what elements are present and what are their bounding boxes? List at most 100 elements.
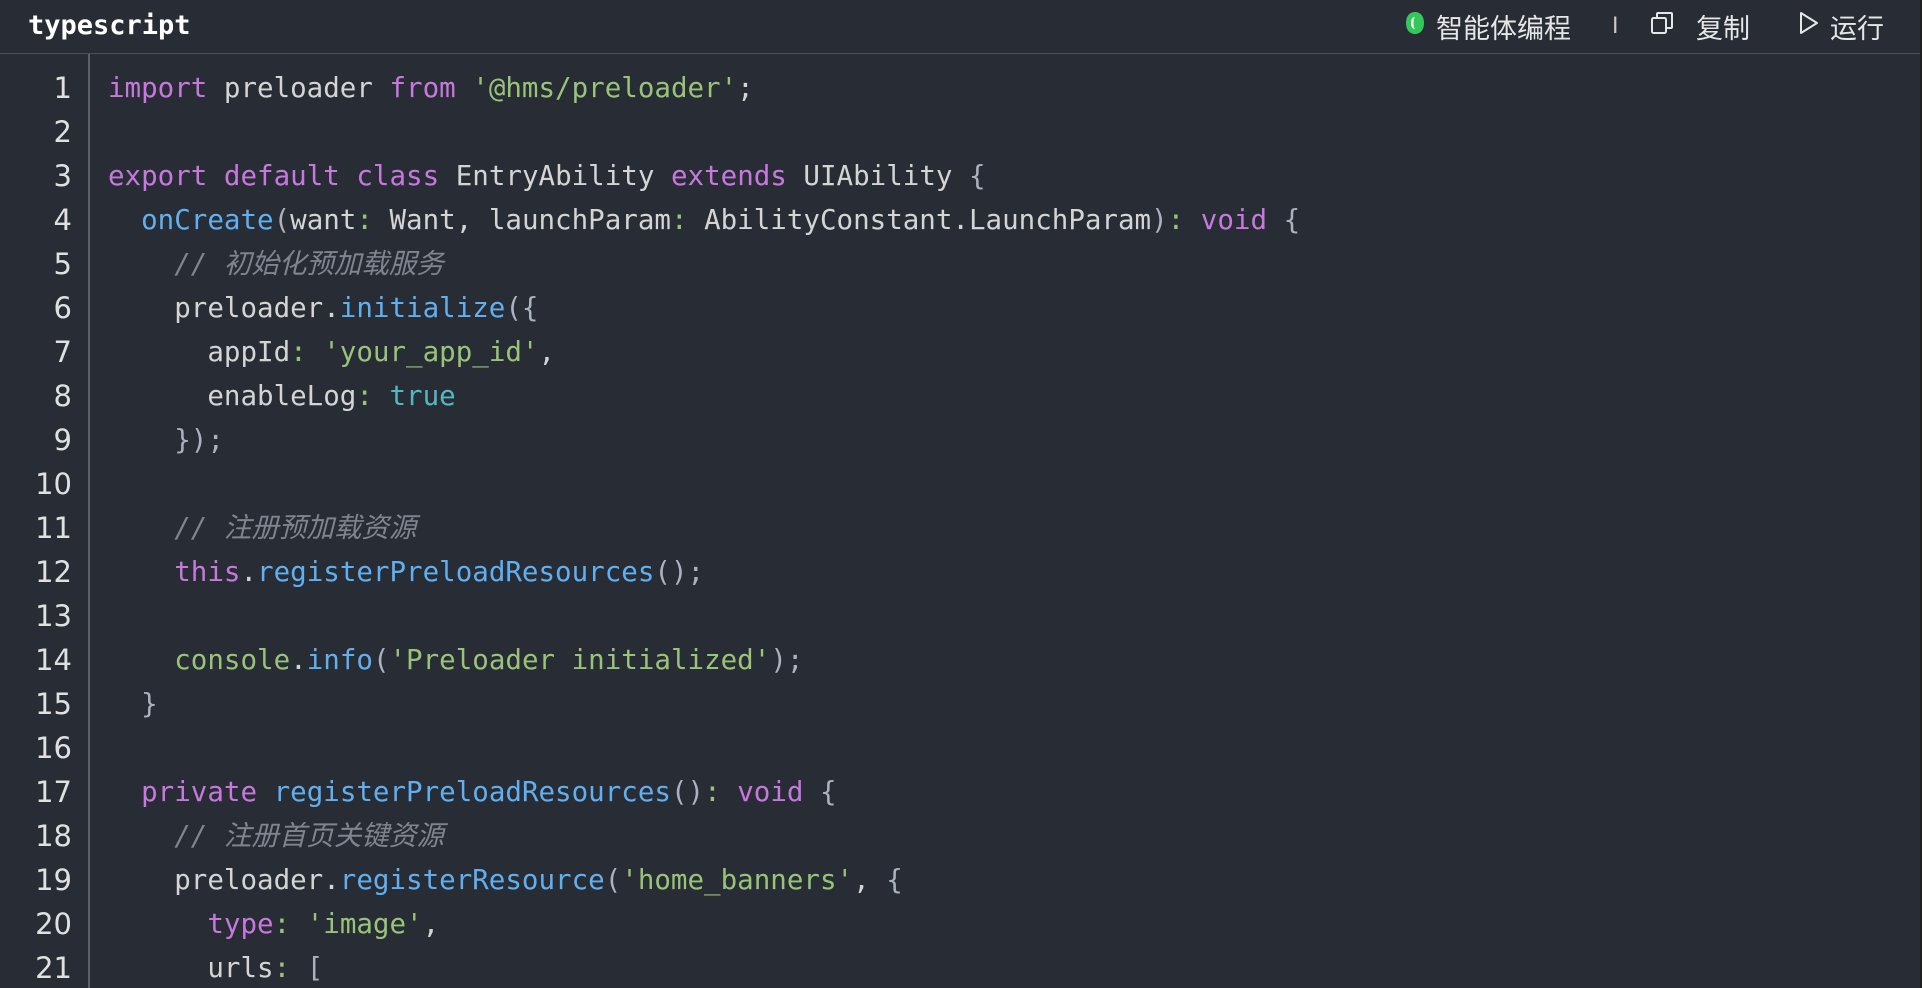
code-text: type: 'image',: [108, 902, 439, 946]
code-token: class: [356, 160, 440, 192]
code-token: Want, launchParam: [372, 204, 671, 236]
code-line: 13: [0, 594, 1920, 638]
code-token: extends: [670, 160, 787, 192]
code-line: 4 onCreate(want: Want, launchParam: Abil…: [0, 198, 1920, 242]
code-token: preloader.: [108, 864, 340, 896]
code-token: info: [306, 644, 373, 676]
code-token: void: [1200, 204, 1268, 236]
language-label: typescript: [28, 10, 191, 41]
code-editor-body: 1 import preloader from '@hms/preloader';…: [0, 66, 1920, 988]
code-text: private registerPreloadResources(): void…: [108, 770, 836, 814]
code-text: export default class EntryAbility extend…: [108, 154, 986, 198]
code-token: (: [273, 204, 291, 236]
code-token: ;: [737, 72, 754, 104]
code-token: default: [223, 160, 340, 192]
code-line: 19 preloader.registerResource('home_bann…: [0, 858, 1920, 902]
code-block: typescript 智能体编程 I 复制 运行 1 import preloa…: [0, 0, 1920, 988]
code-text: });: [108, 418, 224, 462]
code-token: private: [141, 776, 258, 808]
code-token: EntryAbility: [439, 160, 671, 192]
agent-logo-icon: [1404, 10, 1426, 43]
line-number: 7: [53, 335, 72, 369]
line-number: 15: [35, 687, 72, 721]
code-token: enableLog: [108, 380, 357, 412]
code-token: });: [174, 424, 224, 456]
code-token: 'your_app_id': [323, 336, 539, 368]
code-token: AbilityConstant.LaunchParam: [687, 204, 1152, 236]
code-token: :: [273, 908, 291, 940]
code-token: :: [670, 204, 688, 236]
line-number: 12: [35, 555, 72, 589]
code-line: 9 });: [0, 418, 1920, 462]
code-token: // 注册首页关键资源: [174, 820, 444, 852]
code-token: 'image': [306, 908, 423, 940]
line-number: 17: [35, 775, 72, 809]
code-text: console.info('Preloader initialized');: [108, 638, 803, 682]
code-token: from: [389, 72, 456, 104]
line-number: 1: [53, 71, 72, 105]
line-number: 21: [35, 951, 72, 985]
line-number: 6: [53, 291, 72, 325]
code-line: 18 // 注册首页关键资源: [0, 814, 1920, 858]
code-token: ,: [538, 336, 556, 368]
line-number: 18: [35, 819, 72, 853]
code-line: 2: [0, 110, 1920, 154]
code-token: void: [737, 776, 804, 808]
code-token: {: [969, 160, 986, 192]
code-token: [: [306, 952, 324, 984]
code-token: :: [356, 204, 373, 236]
code-token: 'home_banners': [621, 864, 854, 896]
code-token: registerResource: [339, 864, 605, 896]
code-text: appId: 'your_app_id',: [108, 330, 555, 374]
code-token: '@hms/preloader': [472, 72, 738, 104]
code-token: ): [1151, 204, 1168, 236]
code-token: :: [356, 380, 373, 412]
code-line: 1 import preloader from '@hms/preloader';: [0, 66, 1920, 110]
code-token: :: [704, 776, 721, 808]
code-text: enableLog: true: [108, 374, 455, 418]
code-block-header: typescript 智能体编程 I 复制 运行: [0, 0, 1920, 54]
copy-button[interactable]: 复制: [1650, 6, 1750, 46]
code-token: );: [770, 644, 804, 676]
agent-programming-button[interactable]: 智能体编程: [1404, 6, 1571, 46]
code-token: ({: [505, 292, 539, 324]
code-token: initialize: [339, 292, 506, 324]
line-number: 11: [35, 511, 72, 545]
code-token: {: [886, 864, 903, 896]
code-line: 15 }: [0, 682, 1920, 726]
code-line: 21 urls: [: [0, 946, 1920, 988]
code-token: UIAbility: [786, 160, 969, 192]
line-number: 10: [35, 467, 72, 501]
code-token: urls: [108, 952, 274, 984]
code-token: // 注册预加载资源: [174, 512, 417, 544]
run-button[interactable]: 运行: [1798, 6, 1884, 46]
copy-icon: [1650, 11, 1674, 42]
line-number: 2: [53, 115, 72, 149]
code-token: this: [174, 556, 241, 588]
code-text: // 注册预加载资源: [108, 506, 416, 550]
code-token: ,: [422, 908, 440, 940]
code-text: // 初始化预加载服务: [108, 242, 444, 286]
code-token: type: [207, 908, 274, 940]
code-token: 'Preloader initialized': [389, 644, 771, 676]
code-text: preloader.initialize({: [108, 286, 539, 330]
code-token: .: [290, 644, 307, 676]
copy-label: 复制: [1696, 13, 1750, 45]
line-number: 4: [53, 203, 72, 237]
code-line: 7 appId: 'your_app_id',: [0, 330, 1920, 374]
code-token: :: [290, 336, 307, 368]
code-token: .: [240, 556, 258, 588]
code-token: ,: [853, 864, 887, 896]
